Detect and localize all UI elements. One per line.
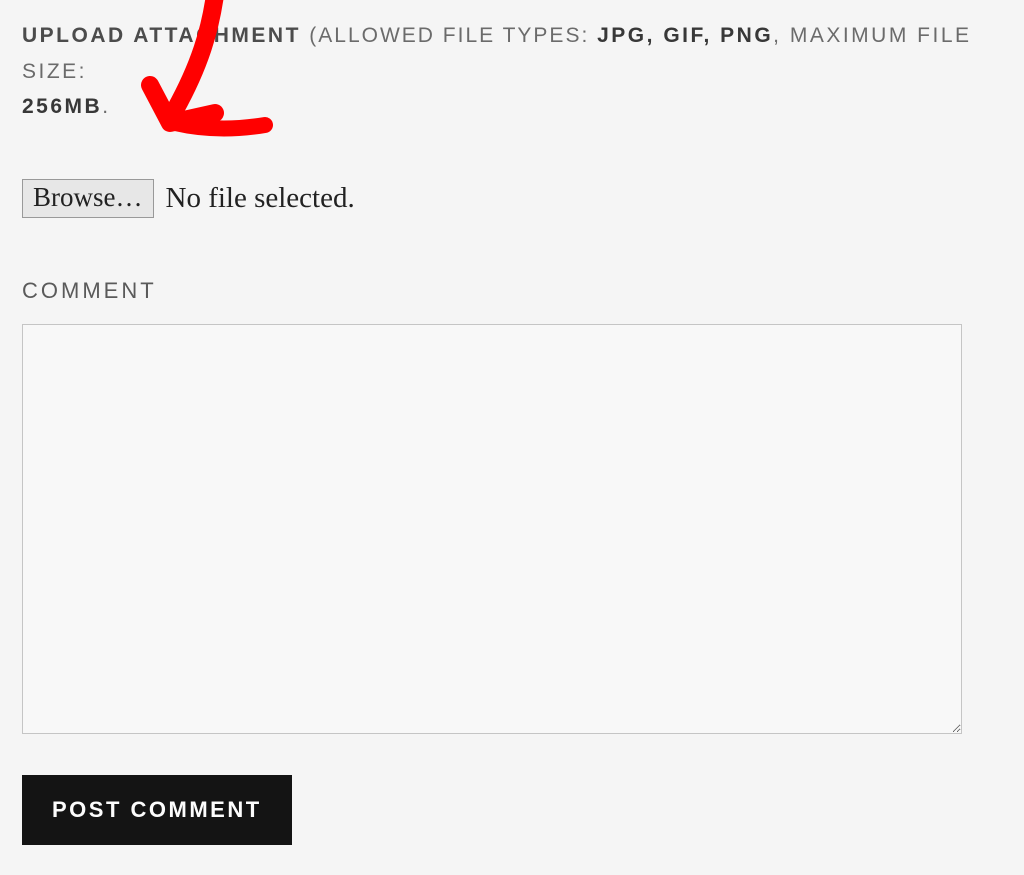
- upload-label: UPLOAD ATTACHMENT: [22, 24, 301, 47]
- allowed-types-prefix: (ALLOWED FILE TYPES:: [309, 24, 597, 47]
- comment-textarea[interactable]: [22, 324, 962, 734]
- post-comment-button[interactable]: POST COMMENT: [22, 775, 292, 845]
- file-picker-row: Browse… No file selected.: [22, 179, 1002, 218]
- max-size-value: 256MB: [22, 95, 102, 118]
- file-selected-status: No file selected.: [166, 182, 355, 215]
- browse-button[interactable]: Browse…: [22, 179, 154, 218]
- upload-attachment-heading: UPLOAD ATTACHMENT (ALLOWED FILE TYPES: J…: [22, 18, 1002, 125]
- comment-label: COMMENT: [22, 278, 1002, 304]
- max-size-suffix: .: [102, 95, 110, 118]
- allowed-types: JPG, GIF, PNG: [597, 24, 773, 47]
